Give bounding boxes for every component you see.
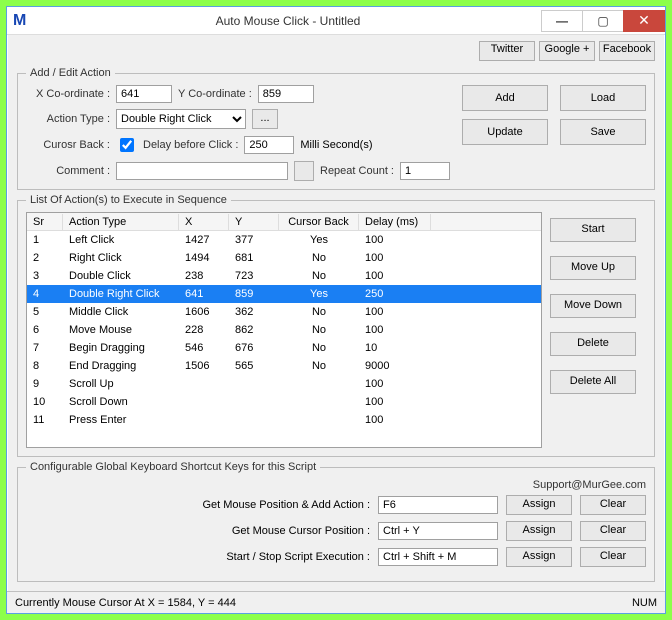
table-row[interactable]: 9Scroll Up100 xyxy=(27,375,541,393)
repeat-label: Repeat Count : xyxy=(320,165,394,177)
shortcut-label: Get Mouse Position & Add Action : xyxy=(120,499,370,511)
table-row[interactable]: 7Begin Dragging546676No10 xyxy=(27,339,541,357)
add-button[interactable]: Add xyxy=(462,85,548,111)
table-row[interactable]: 3Double Click238723No100 xyxy=(27,267,541,285)
load-button[interactable]: Load xyxy=(560,85,646,111)
x-label: X Co-ordinate : xyxy=(26,88,110,100)
maximize-button[interactable]: ▢ xyxy=(582,10,624,32)
comment-input[interactable] xyxy=(116,162,288,180)
cursor-back-label: Curosr Back : xyxy=(26,139,110,151)
col-x[interactable]: X xyxy=(179,214,229,230)
delete-all-button[interactable]: Delete All xyxy=(550,370,636,394)
col-y[interactable]: Y xyxy=(229,214,279,230)
x-input[interactable] xyxy=(116,85,172,103)
titlebar[interactable]: M Auto Mouse Click - Untitled — ▢ ✕ xyxy=(7,7,665,35)
facebook-button[interactable]: Facebook xyxy=(599,41,655,61)
app-logo: M xyxy=(13,12,35,30)
table-row[interactable]: 5Middle Click1606362No100 xyxy=(27,303,541,321)
table-header: Sr Action Type X Y Cursor Back Delay (ms… xyxy=(27,213,541,231)
move-up-button[interactable]: Move Up xyxy=(550,256,636,280)
close-button[interactable]: ✕ xyxy=(623,10,665,32)
update-button[interactable]: Update xyxy=(462,119,548,145)
edit-action-group: Add / Edit Action X Co-ordinate : Y Co-o… xyxy=(17,67,655,190)
col-sr[interactable]: Sr xyxy=(27,214,63,230)
table-row[interactable]: 8End Dragging1506565No9000 xyxy=(27,357,541,375)
table-row[interactable]: 4Double Right Click641859Yes250 xyxy=(27,285,541,303)
ellipsis-button[interactable]: ... xyxy=(252,109,278,129)
col-delay[interactable]: Delay (ms) xyxy=(359,214,431,230)
assign-button[interactable]: Assign xyxy=(506,521,572,541)
save-button[interactable]: Save xyxy=(560,119,646,145)
action-list-group: List Of Action(s) to Execute in Sequence… xyxy=(17,194,655,457)
shortcut-input[interactable] xyxy=(378,548,498,566)
clear-button[interactable]: Clear xyxy=(580,495,646,515)
edit-action-legend: Add / Edit Action xyxy=(26,67,115,79)
start-button[interactable]: Start xyxy=(550,218,636,242)
minimize-button[interactable]: — xyxy=(541,10,583,32)
table-row[interactable]: 1Left Click1427377Yes100 xyxy=(27,231,541,249)
table-row[interactable]: 10Scroll Down100 xyxy=(27,393,541,411)
col-cursor-back[interactable]: Cursor Back xyxy=(279,214,359,230)
support-link[interactable]: Support@MurGee.com xyxy=(26,479,646,491)
repeat-input[interactable] xyxy=(400,162,450,180)
main-window: M Auto Mouse Click - Untitled — ▢ ✕ Twit… xyxy=(6,6,666,614)
table-row[interactable]: 11Press Enter100 xyxy=(27,411,541,429)
delay-unit: Milli Second(s) xyxy=(300,139,372,151)
table-row[interactable]: 6Move Mouse228862No100 xyxy=(27,321,541,339)
shortcut-input[interactable] xyxy=(378,522,498,540)
status-bar: Currently Mouse Cursor At X = 1584, Y = … xyxy=(7,591,665,613)
shortcut-input[interactable] xyxy=(378,496,498,514)
numlock-indicator: NUM xyxy=(632,597,657,609)
window-title: Auto Mouse Click - Untitled xyxy=(35,14,541,28)
cursor-position-text: Currently Mouse Cursor At X = 1584, Y = … xyxy=(15,597,236,609)
clear-button[interactable]: Clear xyxy=(580,521,646,541)
delay-label: Delay before Click : xyxy=(143,139,238,151)
clear-button[interactable]: Clear xyxy=(580,547,646,567)
shortcut-label: Get Mouse Cursor Position : xyxy=(120,525,370,537)
table-row[interactable]: 2Right Click1494681No100 xyxy=(27,249,541,267)
action-type-select[interactable]: Double Right Click xyxy=(116,109,246,129)
col-type[interactable]: Action Type xyxy=(63,214,179,230)
twitter-button[interactable]: Twitter xyxy=(479,41,535,61)
shortcut-label: Start / Stop Script Execution : xyxy=(120,551,370,563)
action-table[interactable]: Sr Action Type X Y Cursor Back Delay (ms… xyxy=(26,212,542,448)
assign-button[interactable]: Assign xyxy=(506,495,572,515)
delete-button[interactable]: Delete xyxy=(550,332,636,356)
comment-label: Comment : xyxy=(26,165,110,177)
assign-button[interactable]: Assign xyxy=(506,547,572,567)
y-input[interactable] xyxy=(258,85,314,103)
action-list-legend: List Of Action(s) to Execute in Sequence xyxy=(26,194,231,206)
move-down-button[interactable]: Move Down xyxy=(550,294,636,318)
shortcuts-legend: Configurable Global Keyboard Shortcut Ke… xyxy=(26,461,320,473)
delay-input[interactable] xyxy=(244,136,294,154)
google-button[interactable]: Google + xyxy=(539,41,595,61)
shortcuts-group: Configurable Global Keyboard Shortcut Ke… xyxy=(17,461,655,582)
action-type-label: Action Type : xyxy=(26,113,110,125)
cursor-back-checkbox[interactable] xyxy=(120,138,134,152)
comment-color-button[interactable] xyxy=(294,161,314,181)
y-label: Y Co-ordinate : xyxy=(178,88,252,100)
